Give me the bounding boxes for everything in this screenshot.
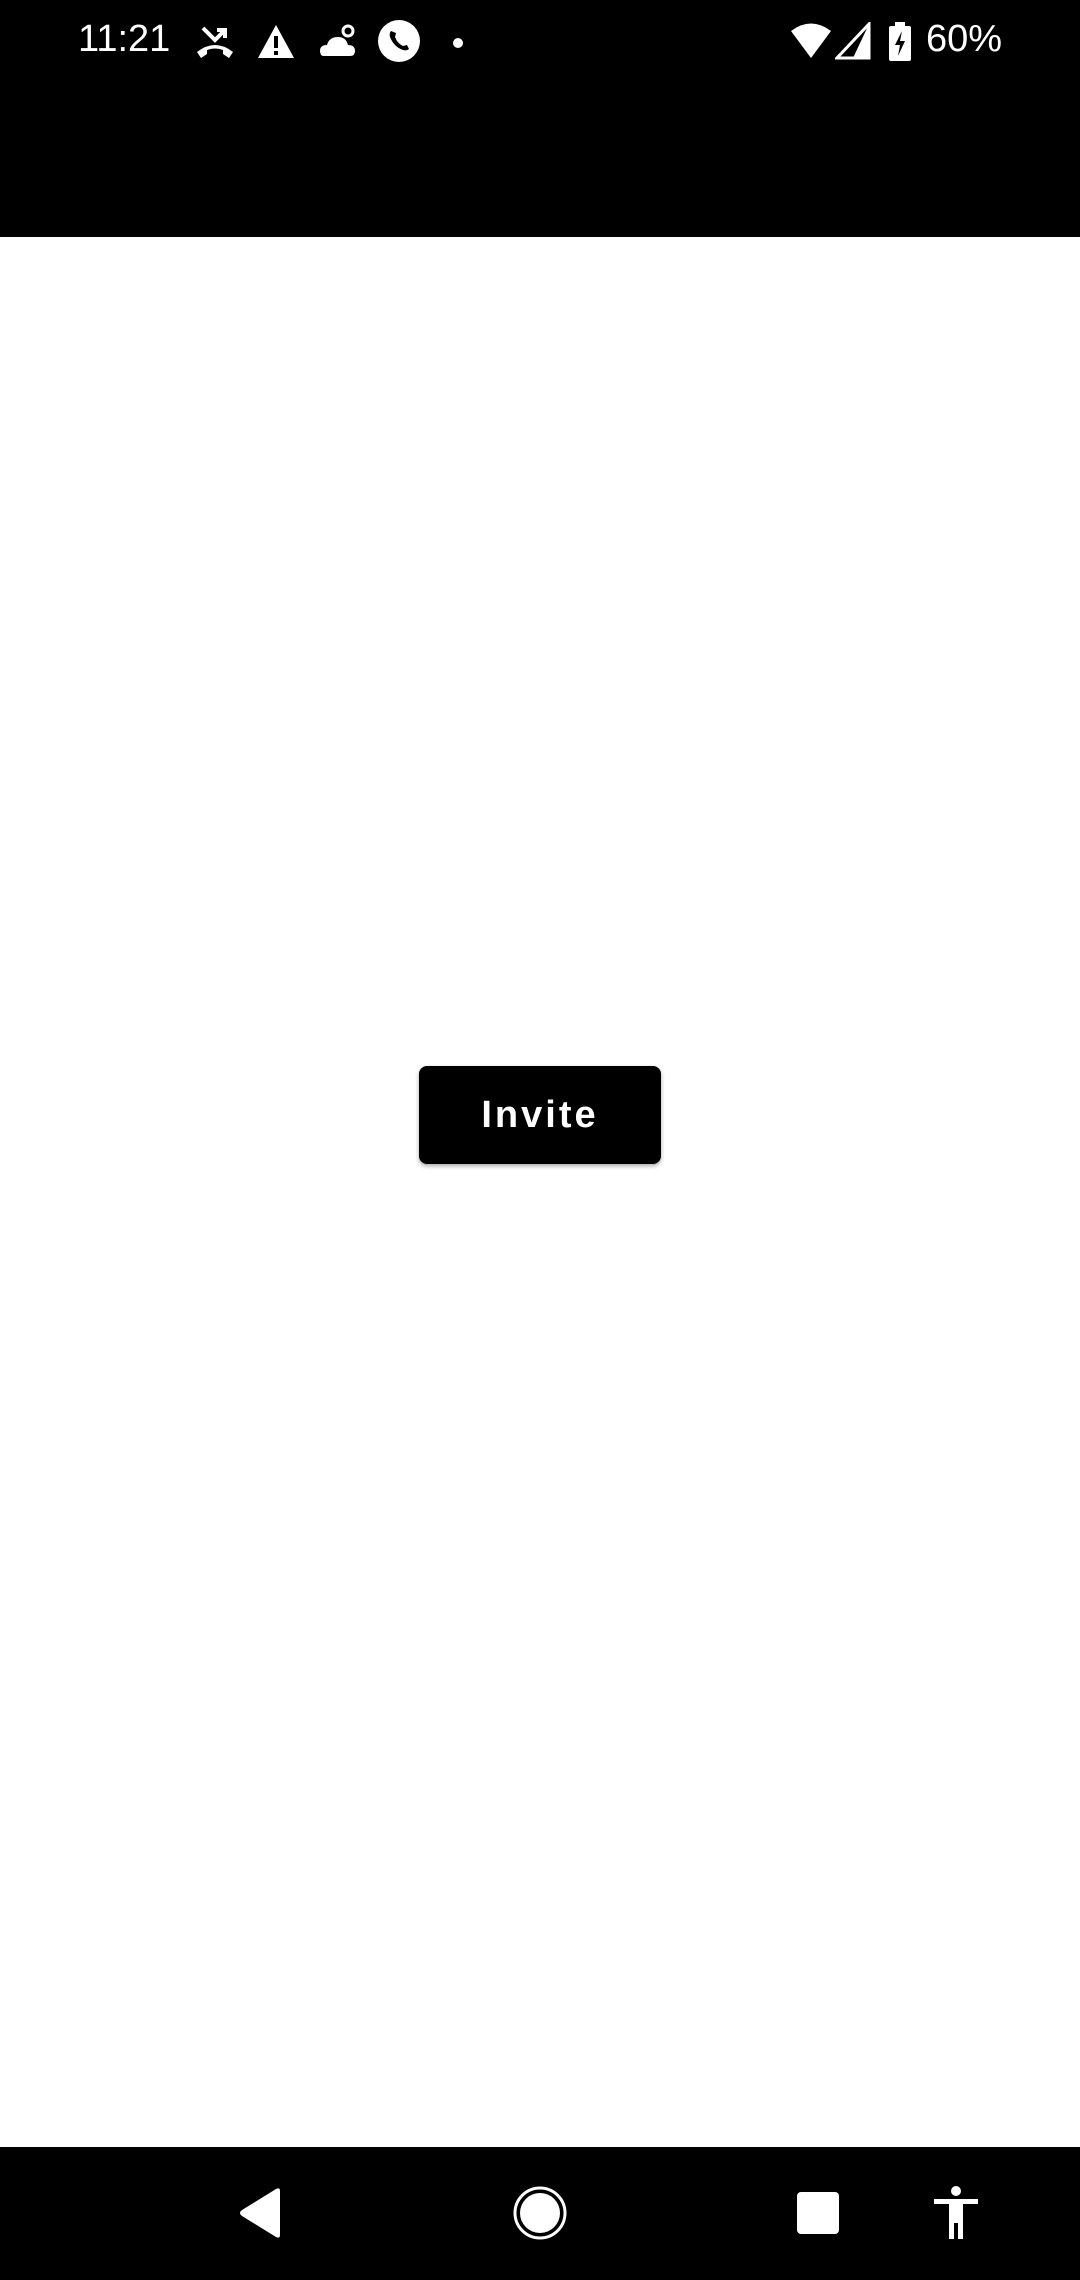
main-content: Invite <box>0 237 1080 2147</box>
cell-signal-icon <box>833 20 871 65</box>
weather-icon <box>318 22 358 67</box>
warning-icon <box>256 22 296 67</box>
back-icon[interactable] <box>230 2183 290 2243</box>
recents-icon[interactable] <box>788 2183 848 2243</box>
accessibility-icon[interactable] <box>926 2183 986 2243</box>
invite-button[interactable]: Invite <box>419 1066 661 1164</box>
battery-percent: 60% <box>925 18 1002 60</box>
status-time: 11:21 <box>78 18 171 60</box>
missed-call-icon <box>193 22 237 67</box>
wifi-icon <box>790 22 832 65</box>
status-bar: 11:21 60% <box>0 0 1080 86</box>
navigation-bar <box>0 2147 1080 2280</box>
phone-call-icon <box>377 19 421 68</box>
home-icon[interactable] <box>510 2183 570 2243</box>
dot-icon <box>452 36 464 54</box>
app-bar <box>0 86 1080 237</box>
battery-charging-icon <box>888 22 912 67</box>
screen: 11:21 60% Invite <box>0 0 1080 2280</box>
